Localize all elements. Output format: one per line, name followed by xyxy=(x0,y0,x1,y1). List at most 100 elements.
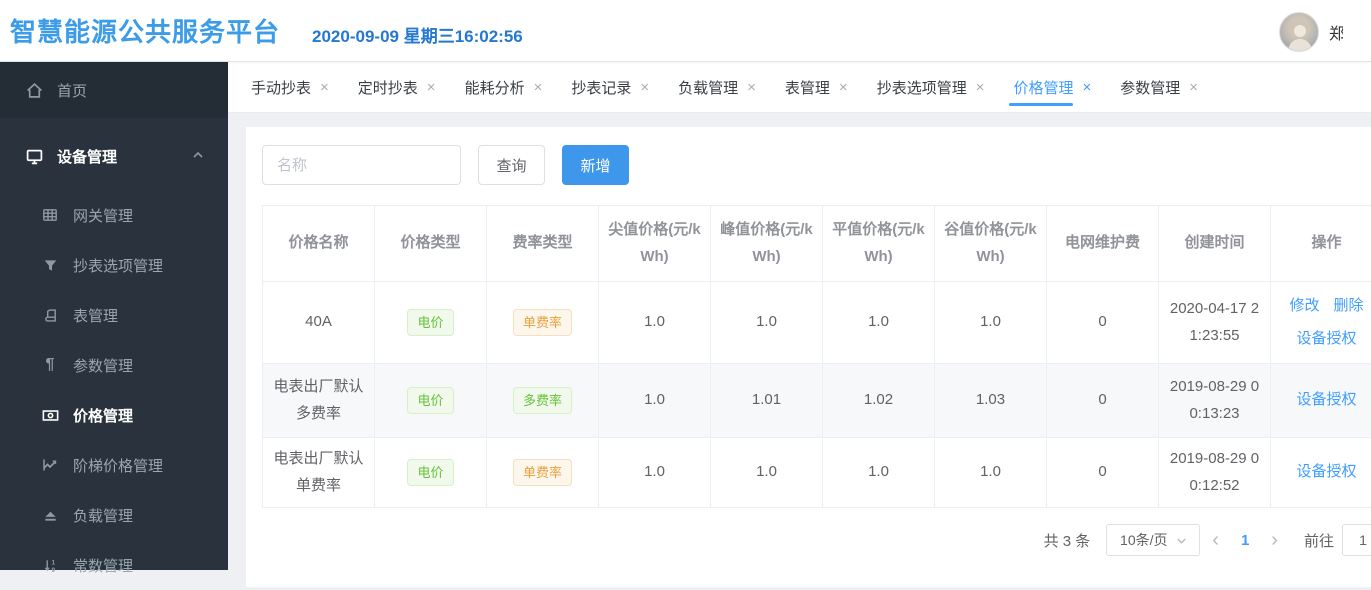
tab-price-management[interactable]: 价格管理 × xyxy=(1007,62,1097,112)
close-icon[interactable]: × xyxy=(320,79,329,96)
sidebar-item-gateway-management[interactable]: 网关管理 xyxy=(0,190,228,240)
cell-grid-fee: 0 xyxy=(1047,364,1159,438)
app-header: 智慧能源公共服务平台 2020-09-09 星期三16:02:56 郑 xyxy=(0,0,1371,62)
tab-label: 抄表记录 xyxy=(571,77,631,98)
device-authorize-link[interactable]: 设备授权 xyxy=(1296,459,1356,485)
tab-label: 定时抄表 xyxy=(358,77,418,98)
sidebar-item-label: 表管理 xyxy=(73,305,118,326)
money-icon xyxy=(41,407,59,424)
cell-peak-price: 1.0 xyxy=(711,438,823,508)
sidebar-item-tiered-price-management[interactable]: 阶梯价格管理 xyxy=(0,440,228,490)
tab-meter-management[interactable]: 表管理 × xyxy=(779,62,854,112)
col-actions: 操作 xyxy=(1271,206,1371,282)
cell-valley-price: 1.0 xyxy=(935,282,1047,364)
add-button[interactable]: 新增 xyxy=(562,145,629,185)
sidebar-item-label: 常数管理 xyxy=(73,555,133,576)
tab-load-management[interactable]: 负载管理 × xyxy=(672,62,762,112)
svg-text:1: 1 xyxy=(51,559,55,566)
pagination: 共 3 条 10条/页 ‹ 1 › 前往 页 xyxy=(262,524,1371,556)
book-icon xyxy=(41,308,59,323)
close-icon[interactable]: × xyxy=(1082,79,1091,96)
query-button[interactable]: 查询 xyxy=(478,145,545,185)
device-authorize-link[interactable]: 设备授权 xyxy=(1296,387,1356,413)
open-tabs-bar: 手动抄表 × 定时抄表 × 能耗分析 × 抄表记录 × 负载管理 × 表管理 ×… xyxy=(228,62,1371,113)
eject-icon xyxy=(41,508,59,523)
close-icon[interactable]: × xyxy=(976,79,985,96)
chart-line-icon xyxy=(41,457,59,473)
sidebar-item-meter-reading-options[interactable]: 抄表选项管理 xyxy=(0,240,228,290)
close-icon[interactable]: × xyxy=(534,79,543,96)
next-page-icon[interactable]: › xyxy=(1259,530,1290,550)
delete-link[interactable]: 删除 xyxy=(1334,293,1364,319)
grid-icon xyxy=(41,207,59,223)
table-header-row: 价格名称 价格类型 费率类型 尖值价格(元/kWh) 峰值价格(元/kWh) 平… xyxy=(263,206,1371,282)
close-icon[interactable]: × xyxy=(1189,79,1198,96)
cell-price-name: 40A xyxy=(263,282,375,364)
sidebar-item-load-management[interactable]: 负载管理 xyxy=(0,490,228,540)
tab-reading-records[interactable]: 抄表记录 × xyxy=(565,62,655,112)
name-search-input[interactable] xyxy=(262,145,461,185)
close-icon[interactable]: × xyxy=(427,79,436,96)
close-icon[interactable]: × xyxy=(839,79,848,96)
rate-type-tag: 单费率 xyxy=(513,459,572,486)
sidebar-item-label: 抄表选项管理 xyxy=(73,255,163,276)
tab-parameter-management[interactable]: 参数管理 × xyxy=(1114,62,1204,112)
pilcrow-icon: ¶ xyxy=(41,356,59,374)
cell-peak-price: 1.01 xyxy=(711,364,823,438)
prev-page-icon[interactable]: ‹ xyxy=(1200,530,1231,550)
person-icon xyxy=(1286,21,1314,51)
sidebar-item-meter-management[interactable]: 表管理 xyxy=(0,290,228,340)
sidebar-item-label: 负载管理 xyxy=(73,505,133,526)
edit-link[interactable]: 修改 xyxy=(1289,293,1319,319)
col-created-time: 创建时间 xyxy=(1159,206,1271,282)
tab-meter-reading-options[interactable]: 抄表选项管理 × xyxy=(871,62,991,112)
price-management-panel: 查询 新增 价格名称 价格类型 费率类型 尖值价格(元/kWh) 峰值价格(元/… xyxy=(246,127,1371,587)
filter-icon xyxy=(41,258,59,273)
tab-label: 手动抄表 xyxy=(251,77,311,98)
sidebar-item-parameter-management[interactable]: ¶ 参数管理 xyxy=(0,340,228,390)
toolbar: 查询 新增 xyxy=(262,145,1371,185)
tab-energy-analysis[interactable]: 能耗分析 × xyxy=(459,62,549,112)
col-peak-price: 峰值价格(元/kWh) xyxy=(711,206,823,282)
home-icon xyxy=(25,82,43,99)
close-icon[interactable]: × xyxy=(640,79,649,96)
page-size-select[interactable]: 10条/页 xyxy=(1106,524,1200,556)
sidebar-item-label: 设备管理 xyxy=(57,146,117,167)
sidebar-item-label: 阶梯价格管理 xyxy=(73,455,163,476)
tab-manual-reading[interactable]: 手动抄表 × xyxy=(245,62,335,112)
sidebar-item-home[interactable]: 首页 xyxy=(0,62,228,118)
col-sharp-price: 尖值价格(元/kWh) xyxy=(599,206,711,282)
col-flat-price: 平值价格(元/kWh) xyxy=(823,206,935,282)
cell-sharp-price: 1.0 xyxy=(599,282,711,364)
device-authorize-link[interactable]: 设备授权 xyxy=(1296,326,1356,352)
cell-valley-price: 1.03 xyxy=(935,364,1047,438)
sidebar-item-device-management[interactable]: 设备管理 xyxy=(0,128,228,184)
cell-flat-price: 1.0 xyxy=(823,438,935,508)
cell-created-time: 2019-08-29 00:12:52 xyxy=(1159,438,1271,508)
sidebar-item-label: 参数管理 xyxy=(73,355,133,376)
tab-scheduled-reading[interactable]: 定时抄表 × xyxy=(352,62,442,112)
user-avatar[interactable] xyxy=(1279,12,1319,52)
table-row: 电表出厂默认单费率 电价 单费率 1.0 1.0 1.0 1.0 0 2019-… xyxy=(263,438,1371,508)
col-valley-price: 谷值价格(元/kWh) xyxy=(935,206,1047,282)
sidebar-item-constant-management[interactable]: 1 9 常数管理 xyxy=(0,540,228,590)
goto-page-input[interactable] xyxy=(1342,524,1371,556)
col-grid-fee: 电网维护费 xyxy=(1047,206,1159,282)
price-type-tag: 电价 xyxy=(407,309,453,336)
sidebar-item-price-management[interactable]: 价格管理 xyxy=(0,390,228,440)
current-page-number[interactable]: 1 xyxy=(1231,532,1259,549)
cell-created-time: 2020-04-17 21:23:55 xyxy=(1159,282,1271,364)
cell-grid-fee: 0 xyxy=(1047,282,1159,364)
cell-price-name: 电表出厂默认单费率 xyxy=(263,438,375,508)
close-icon[interactable]: × xyxy=(747,79,756,96)
price-type-tag: 电价 xyxy=(407,459,453,486)
username-label[interactable]: 郑 xyxy=(1329,20,1343,44)
tab-label: 负载管理 xyxy=(678,77,738,98)
col-rate-type: 费率类型 xyxy=(487,206,599,282)
table-row: 电表出厂默认多费率 电价 多费率 1.0 1.01 1.02 1.03 0 20… xyxy=(263,364,1371,438)
table-row: 40A 电价 单费率 1.0 1.0 1.0 1.0 0 2020-04-17 … xyxy=(263,282,1371,364)
chevron-down-icon xyxy=(1176,535,1187,546)
sidebar: 首页 设备管理 网关管理 xyxy=(0,62,228,570)
tab-label: 能耗分析 xyxy=(465,77,525,98)
rate-type-tag: 多费率 xyxy=(513,387,572,414)
